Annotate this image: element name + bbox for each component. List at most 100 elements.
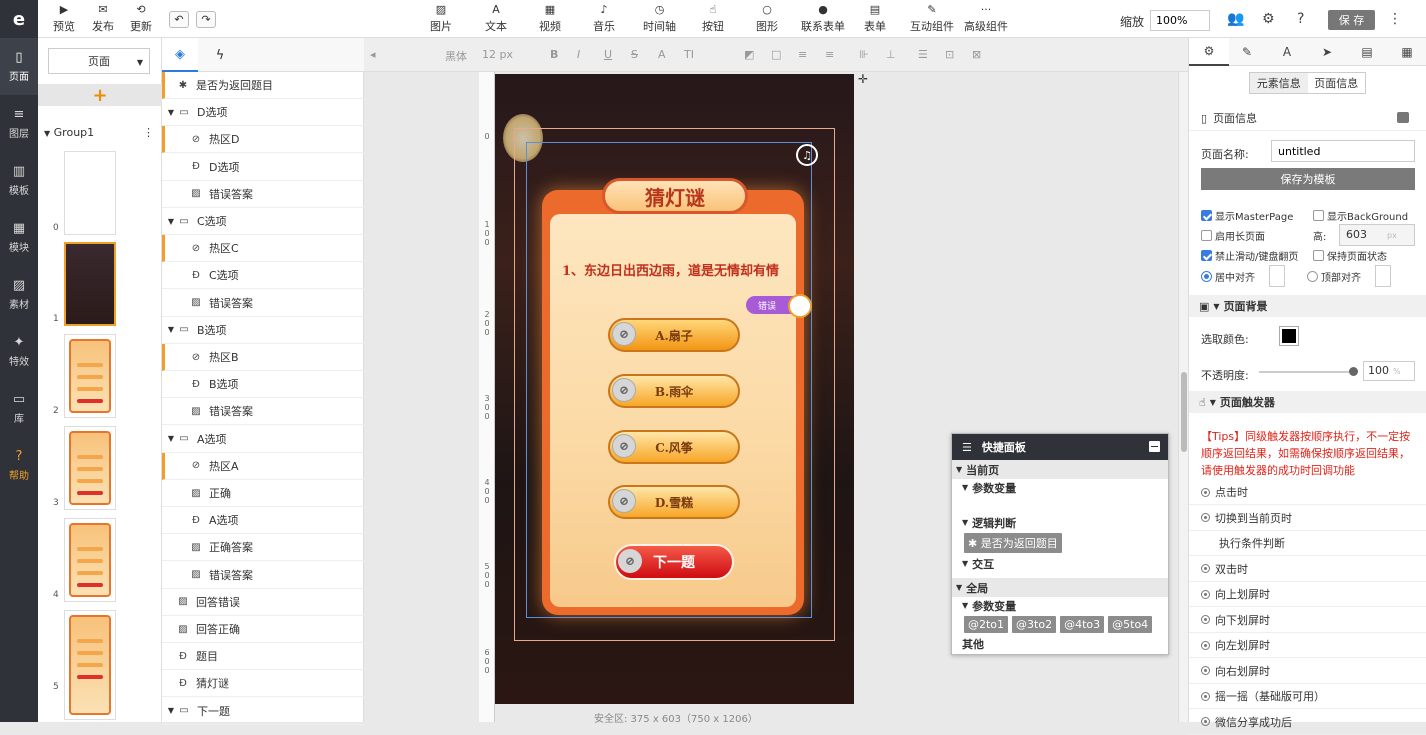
top-align-radio[interactable]: 顶部对齐 xyxy=(1307,269,1361,284)
trigger-item[interactable]: 向右划屏时 xyxy=(1189,659,1426,684)
page-background-section[interactable]: ▣ ▼ 页面背景 xyxy=(1189,295,1426,317)
save-as-template-button[interactable]: 保存为模板 xyxy=(1201,168,1415,190)
toolbar-shape-button[interactable]: ○ 图形 xyxy=(756,4,778,34)
toolbar-publish-button[interactable]: ✉ 发布 xyxy=(92,4,114,34)
quick-params[interactable]: ▼ 参数变量 xyxy=(952,479,1168,496)
toolbar-text-button[interactable]: A 文本 xyxy=(485,4,507,34)
layer-row[interactable]: ▼ ▭ B选项 xyxy=(162,317,364,344)
page-name-input[interactable] xyxy=(1271,140,1415,162)
trigger-item[interactable]: 向左划屏时 xyxy=(1189,633,1426,658)
layer-row[interactable]: ⊘ 热区A xyxy=(162,452,364,480)
layer-row[interactable]: ⊘ 热区D xyxy=(162,126,364,154)
bold-icon[interactable]: B xyxy=(550,48,558,61)
trigger-item[interactable]: 执行条件判断 xyxy=(1189,531,1426,556)
quick-panel-header[interactable]: ☰ 快捷面板 xyxy=(952,434,1168,460)
minimize-icon[interactable] xyxy=(1149,441,1160,452)
layer-row[interactable]: ⊘ 热区B xyxy=(162,344,364,371)
fill-icon[interactable]: ◩ xyxy=(744,48,754,61)
opacity-slider-knob[interactable] xyxy=(1349,367,1358,376)
opacity-slider[interactable] xyxy=(1259,367,1358,376)
show-background-checkbox[interactable]: 显示BackGround xyxy=(1313,208,1408,223)
font-family-select[interactable]: 黑体 xyxy=(445,48,467,64)
tab-animation[interactable]: ➤ xyxy=(1307,38,1347,66)
underline-icon[interactable]: U xyxy=(604,48,612,61)
page-thumbnail[interactable] xyxy=(64,518,116,602)
page-thumbnail[interactable] xyxy=(64,151,116,235)
layer-row[interactable]: ▨ 错误答案 xyxy=(162,562,364,589)
page-thumbnail[interactable] xyxy=(64,334,116,418)
rail-item-4[interactable]: ▨ 素材 xyxy=(0,266,38,323)
scrollbar-thumb[interactable] xyxy=(1181,372,1187,452)
variable-chip[interactable]: @5to4 xyxy=(1108,616,1153,633)
layer-row[interactable]: ▨ 错误答案 xyxy=(162,181,364,208)
page-thumbnail[interactable] xyxy=(64,242,116,326)
strikethrough-icon[interactable]: S xyxy=(631,48,638,61)
variable-chip[interactable]: @3to2 xyxy=(1012,616,1057,633)
quick-section-global[interactable]: ▼ 全局 xyxy=(952,578,1168,597)
distribute-icon[interactable]: ⊪ xyxy=(859,48,869,61)
page-info-tab[interactable]: 页面信息 xyxy=(1308,73,1366,93)
text-size-icon[interactable]: TI xyxy=(684,48,694,61)
unlock-icon[interactable]: ⊠ xyxy=(972,48,981,61)
layer-row[interactable]: ▼ ▭ A选项 xyxy=(162,426,364,453)
layer-row[interactable]: ▨ 错误答案 xyxy=(162,398,364,426)
rail-item-1[interactable]: ≡ 图层 xyxy=(0,95,38,152)
layer-row[interactable]: ▨ 回答错误 xyxy=(162,589,364,616)
save-button[interactable]: 保 存 xyxy=(1328,10,1375,30)
gear-icon[interactable]: ⚙ xyxy=(1262,11,1275,27)
layer-row[interactable]: Ɖ 题目 xyxy=(162,643,364,671)
align-center-icon[interactable]: ≡ xyxy=(825,48,834,61)
toolbar-video-button[interactable]: ▦ 视频 xyxy=(539,4,561,34)
rail-item-3[interactable]: ▦ 模块 xyxy=(0,209,38,266)
redo-button[interactable]: ↷ xyxy=(196,11,216,28)
quick-other[interactable]: 其他 xyxy=(952,635,1168,652)
answer-option[interactable]: ⊘ C.风筝 xyxy=(608,430,740,464)
layer-row[interactable]: ⊘ 热区C xyxy=(162,235,364,263)
layer-row[interactable]: ▼ ▭ D选项 xyxy=(162,99,364,127)
tab-grid[interactable]: ▦ xyxy=(1387,38,1426,66)
toolbar-form-button[interactable]: ▤ 表单 xyxy=(864,4,886,34)
trigger-item[interactable]: 微信分享成功后 xyxy=(1189,710,1426,735)
collapse-icon[interactable] xyxy=(1397,112,1409,123)
trigger-item[interactable]: 切换到当前页时 xyxy=(1189,506,1426,531)
toolbar-image-button[interactable]: ▨ 图片 xyxy=(430,4,452,34)
lock-icon[interactable]: ⊡ xyxy=(945,48,954,61)
quick-interaction[interactable]: ▼ 交互 xyxy=(952,555,1168,572)
page-thumbnail[interactable] xyxy=(64,610,116,720)
valign-icon[interactable]: ⊥ xyxy=(886,48,896,61)
layer-row[interactable]: Ɖ B选项 xyxy=(162,371,364,399)
tab-actions[interactable]: ϟ xyxy=(202,38,238,72)
quiz-title[interactable]: 猜灯谜 xyxy=(602,178,748,214)
add-page-button[interactable]: + xyxy=(38,84,162,106)
border-icon[interactable]: □ xyxy=(771,48,781,61)
question-text[interactable]: 1、东边日出西边雨，道是无情却有情 xyxy=(562,260,794,279)
toolbar-update-button[interactable]: ⟲ 更新 xyxy=(130,4,152,34)
more-vertical-icon[interactable]: ⋮ xyxy=(1388,11,1402,27)
music-icon[interactable]: ♫ xyxy=(796,144,818,166)
tab-style[interactable]: ✎ xyxy=(1227,38,1267,66)
toolbar-interactive-button[interactable]: ✎ 互动组件 xyxy=(910,4,954,34)
italic-icon[interactable]: I xyxy=(577,48,580,61)
layer-row[interactable]: ▨ 回答正确 xyxy=(162,616,364,643)
layer-row[interactable]: ▨ 正确答案 xyxy=(162,534,364,562)
team-icon[interactable]: 👥 xyxy=(1227,11,1244,27)
canvas-scrollbar[interactable] xyxy=(1178,72,1188,722)
answer-option[interactable]: ⊘ D.雪糕 xyxy=(608,485,740,519)
quick-global-params[interactable]: ▼ 参数变量 xyxy=(952,597,1168,614)
layer-row[interactable]: ▨ 错误答案 xyxy=(162,290,364,317)
center-align-radio[interactable]: 居中对齐 xyxy=(1201,269,1255,284)
zoom-input[interactable] xyxy=(1150,10,1210,31)
stack-icon[interactable]: ☰ xyxy=(918,48,928,61)
answer-option[interactable]: ⊘ B.雨伞 xyxy=(608,374,740,408)
rail-item-6[interactable]: ▭ 库 xyxy=(0,380,38,437)
tab-text[interactable]: A xyxy=(1267,38,1307,66)
trigger-item[interactable]: 点击时 xyxy=(1189,480,1426,505)
trigger-item[interactable]: 向下划屏时 xyxy=(1189,608,1426,633)
trigger-item[interactable]: 摇一摇（基础版可用） xyxy=(1189,684,1426,709)
quick-section-current[interactable]: ▼ 当前页 xyxy=(952,460,1168,479)
rail-item-2[interactable]: ▥ 模板 xyxy=(0,152,38,209)
layer-row[interactable]: ▼ ▭ 下一题 xyxy=(162,698,364,725)
variable-chip[interactable]: @2to1 xyxy=(964,616,1009,633)
tab-layers[interactable]: ◈ xyxy=(162,38,198,72)
align-left-icon[interactable]: ≡ xyxy=(798,48,807,61)
